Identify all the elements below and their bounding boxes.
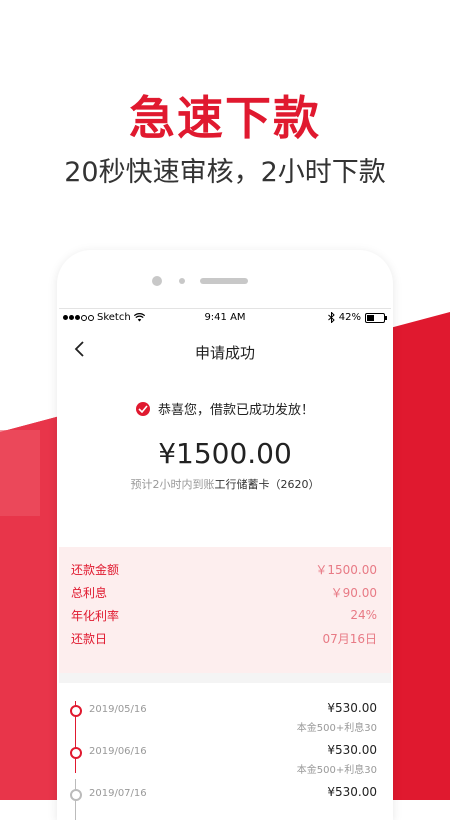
- nav-bar: 申请成功: [59, 329, 391, 373]
- eta-text: 预计2小时内到账: [130, 478, 215, 491]
- phone-top-bezel: [57, 250, 393, 308]
- success-message: 恭喜您，借款已成功发放！: [157, 403, 314, 418]
- sensor-dot: [179, 278, 185, 284]
- summary-label: 年化利率: [71, 608, 120, 623]
- summary-value: 07月16日: [322, 631, 377, 646]
- schedule-date: 2019/06/16: [89, 746, 147, 757]
- app-screen: Sketch 9:41 AM 42% 申请成功 恭喜您，借款已成功发放！ ¥15…: [59, 308, 391, 820]
- schedule-date: 2019/05/16: [89, 704, 147, 715]
- repayment-schedule: 2019/05/16 ¥530.00 本金500+利息30 2019/06/16…: [59, 683, 391, 820]
- battery-percent: 42%: [338, 312, 361, 323]
- arrival-estimate: 预计2小时内到账工行储蓄卡（2620）: [59, 476, 391, 492]
- schedule-amount: ¥530.00: [327, 785, 377, 799]
- summary-row: 还款日 07月16日: [71, 628, 377, 648]
- promo-subline: 20秒快速审核，2小时下款: [64, 157, 386, 188]
- timeline-dot: [70, 789, 82, 801]
- schedule-amount: ¥530.00: [327, 743, 377, 757]
- bluetooth-icon: [327, 312, 335, 323]
- promo-headline: 急速下款: [129, 91, 321, 145]
- check-circle-icon: [135, 401, 150, 416]
- summary-label: 还款金额: [71, 562, 120, 577]
- schedule-amount: ¥530.00: [327, 701, 377, 715]
- summary-value: 24%: [350, 608, 377, 622]
- schedule-item: 2019/07/16 ¥530.00: [59, 783, 391, 820]
- schedule-date: 2019/07/16: [89, 788, 147, 799]
- summary-label: 总利息: [71, 585, 108, 600]
- bank-card: 工行储蓄卡（2620）: [214, 478, 320, 491]
- timeline-dot: [70, 705, 82, 717]
- summary-row: 还款金额 ￥1500.00: [71, 559, 377, 579]
- section-divider: [59, 673, 391, 683]
- summary-value: ￥90.00: [330, 585, 377, 600]
- schedule-item: 2019/05/16 ¥530.00 本金500+利息30: [59, 699, 391, 741]
- success-message-row: 恭喜您，借款已成功发放！: [59, 399, 391, 418]
- camera-dot: [152, 276, 162, 286]
- status-bar: Sketch 9:41 AM 42%: [59, 309, 391, 329]
- summary-row: 年化利率 24%: [71, 605, 377, 625]
- schedule-item: 2019/06/16 ¥530.00 本金500+利息30: [59, 741, 391, 783]
- schedule-detail: 本金500+利息30: [296, 765, 377, 776]
- summary-label: 还款日: [71, 631, 108, 646]
- schedule-detail: 本金500+利息30: [296, 723, 377, 734]
- phone-mockup: Sketch 9:41 AM 42% 申请成功 恭喜您，借款已成功发放！ ¥15…: [57, 250, 393, 820]
- timeline-dot: [70, 747, 82, 759]
- summary-row: 总利息 ￥90.00: [71, 582, 377, 602]
- summary-value: ￥1500.00: [315, 562, 377, 577]
- battery-icon: [365, 312, 387, 323]
- loan-amount: ¥1500.00: [158, 437, 292, 470]
- page-title: 申请成功: [194, 344, 255, 362]
- speaker-grille: [200, 278, 248, 284]
- repayment-summary: 还款金额 ￥1500.00 总利息 ￥90.00 年化利率 24% 还款日 07…: [59, 547, 391, 673]
